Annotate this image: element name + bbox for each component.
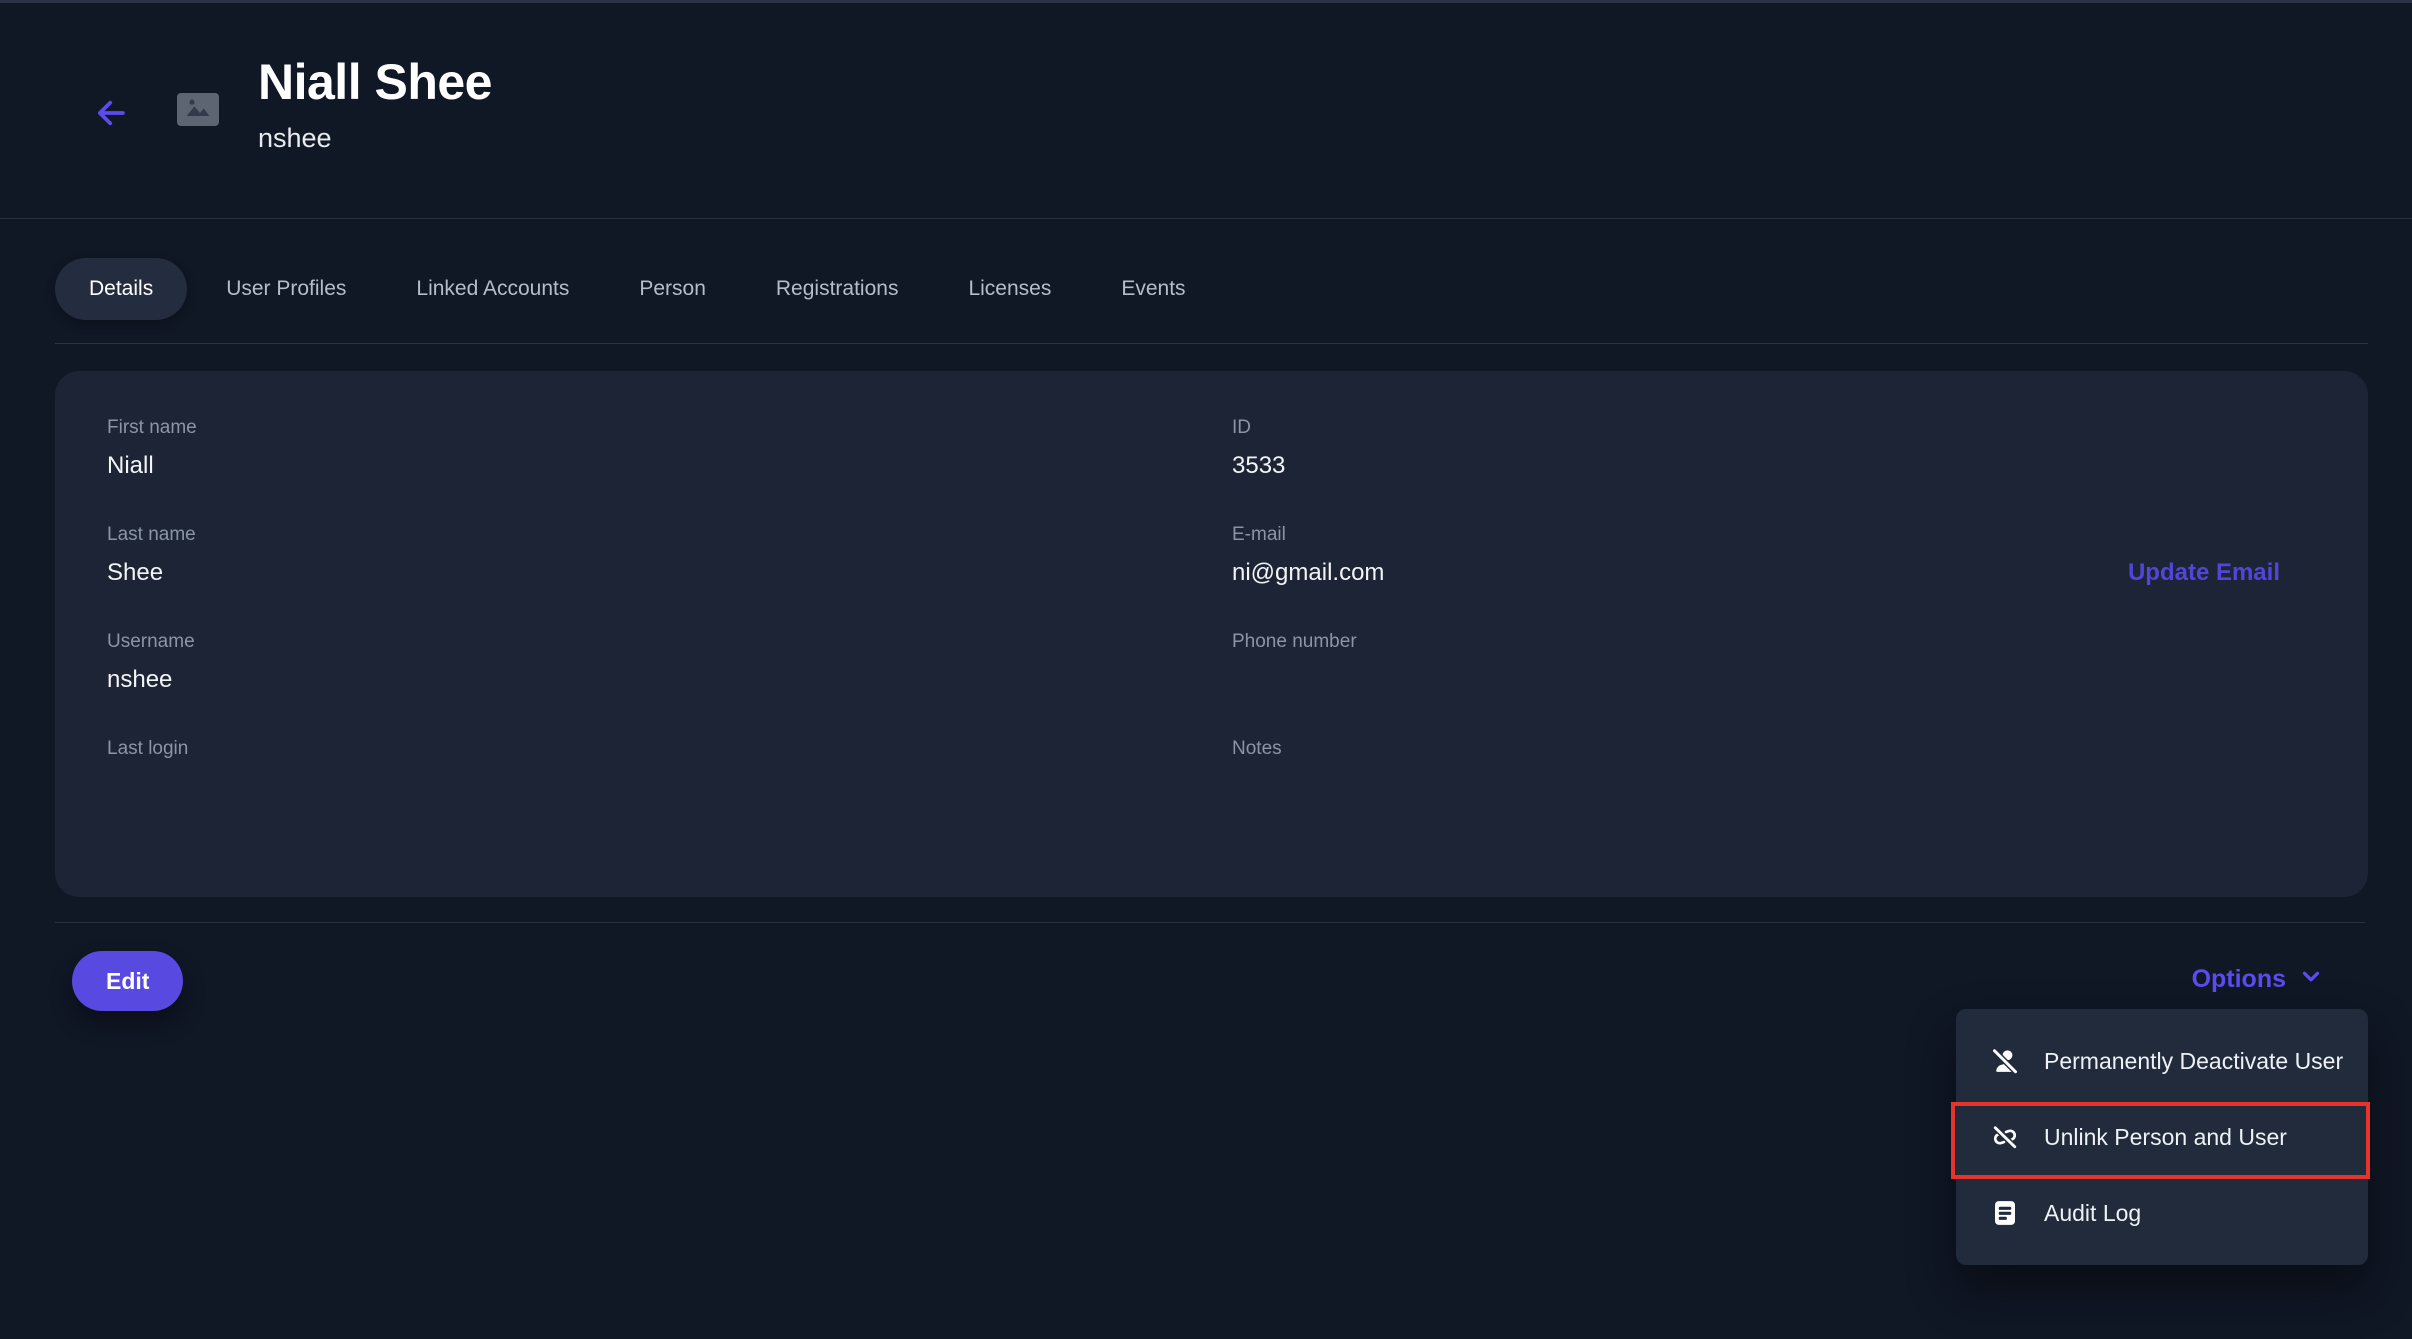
field-label: E-mail [1232, 524, 2280, 546]
tab-licenses[interactable]: Licenses [968, 277, 1051, 301]
menu-item-permanently-deactivate-user[interactable]: Permanently Deactivate User [1956, 1023, 2368, 1099]
field-label: ID [1232, 417, 2280, 439]
options-dropdown-menu: Permanently Deactivate User Unlink Perso… [1956, 1009, 2368, 1265]
field-id: ID 3533 [1232, 417, 2280, 481]
update-email-link[interactable]: Update Email [2128, 558, 2280, 588]
menu-item-label: Permanently Deactivate User [2044, 1048, 2343, 1075]
menu-item-label: Unlink Person and User [2044, 1124, 2287, 1151]
field-phone-number: Phone number [1232, 631, 2280, 695]
field-notes: Notes [1232, 738, 2280, 802]
tab-person[interactable]: Person [639, 277, 706, 301]
details-left-column: First name Niall Last name Shee Username… [107, 417, 1232, 897]
page-title: Niall Shee [258, 55, 492, 109]
menu-item-unlink-person-and-user[interactable]: Unlink Person and User [1956, 1099, 2368, 1175]
page-subtitle: nshee [258, 123, 492, 153]
header-text: Niall Shee nshee [258, 55, 492, 153]
field-label: First name [107, 417, 1232, 439]
details-card: First name Niall Last name Shee Username… [55, 371, 2368, 897]
tab-user-profiles[interactable]: User Profiles [226, 277, 346, 301]
field-value [1232, 772, 2280, 802]
field-value: nshee [107, 665, 1232, 695]
tab-events[interactable]: Events [1121, 277, 1185, 301]
audit-log-icon [1990, 1198, 2020, 1228]
field-value [1232, 665, 2280, 695]
field-label: Username [107, 631, 1232, 653]
back-button[interactable] [90, 93, 132, 135]
field-label: Phone number [1232, 631, 2280, 653]
details-right-column: ID 3533 E-mail ni@gmail.com Update Email… [1232, 417, 2280, 897]
unlink-icon [1990, 1122, 2020, 1152]
field-username: Username nshee [107, 631, 1232, 695]
field-value: Shee [107, 558, 1232, 588]
header-divider [0, 218, 2412, 219]
footer-divider [55, 922, 2365, 923]
edit-button[interactable]: Edit [72, 951, 183, 1011]
field-email: E-mail ni@gmail.com Update Email [1232, 524, 2280, 588]
field-last-login: Last login [107, 738, 1232, 802]
menu-item-label: Audit Log [2044, 1200, 2141, 1227]
field-value: Niall [107, 451, 1232, 481]
field-label: Last name [107, 524, 1232, 546]
tab-linked-accounts[interactable]: Linked Accounts [416, 277, 569, 301]
field-label: Notes [1232, 738, 2280, 760]
menu-item-audit-log[interactable]: Audit Log [1956, 1175, 2368, 1251]
field-value [107, 772, 1232, 802]
user-detail-page: Niall Shee nshee Details User Profiles L… [0, 0, 2412, 1339]
field-first-name: First name Niall [107, 417, 1232, 481]
avatar [177, 93, 219, 126]
chevron-down-icon [2298, 963, 2324, 996]
options-button-label: Options [2192, 965, 2286, 994]
tab-registrations[interactable]: Registrations [776, 277, 899, 301]
user-slash-icon [1990, 1046, 2020, 1076]
tab-details[interactable]: Details [55, 258, 187, 320]
arrow-left-icon [92, 94, 130, 135]
field-label: Last login [107, 738, 1232, 760]
image-placeholder-icon [183, 95, 213, 124]
field-value: 3533 [1232, 451, 2280, 481]
field-last-name: Last name Shee [107, 524, 1232, 588]
field-value: ni@gmail.com [1232, 558, 2280, 588]
tabs-divider [55, 343, 2368, 344]
options-button[interactable]: Options [2192, 963, 2324, 996]
tab-bar: Details User Profiles Linked Accounts Pe… [55, 258, 1186, 320]
